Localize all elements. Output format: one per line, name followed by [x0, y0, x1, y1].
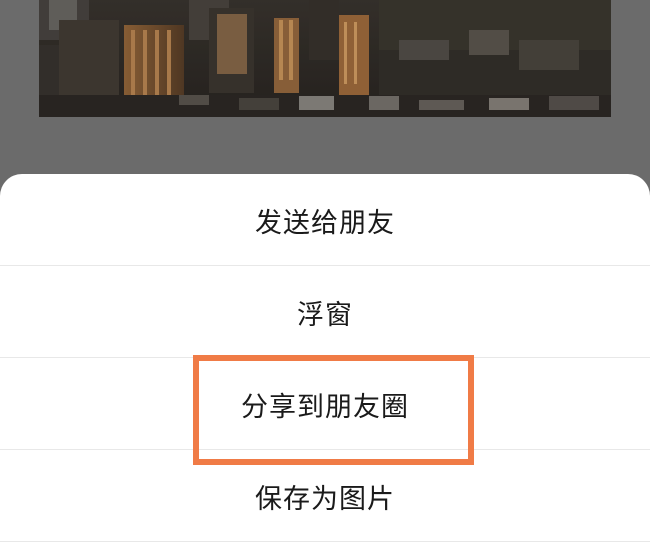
save-as-image-label: 保存为图片 [255, 483, 395, 515]
save-as-image-option[interactable]: 保存为图片 [0, 450, 650, 542]
send-to-friend-option[interactable]: 发送给朋友 [0, 174, 650, 266]
photo-dim-overlay [39, 0, 611, 117]
city-skyline-photo [39, 0, 611, 117]
share-action-sheet: 发送给朋友 浮窗 分享到朋友圈 保存为图片 [0, 174, 650, 557]
share-to-moments-option[interactable]: 分享到朋友圈 [0, 358, 650, 450]
send-to-friend-label: 发送给朋友 [255, 207, 395, 239]
share-to-moments-label: 分享到朋友圈 [241, 391, 409, 423]
floating-window-label: 浮窗 [297, 299, 353, 331]
floating-window-option[interactable]: 浮窗 [0, 266, 650, 358]
divider [0, 541, 650, 542]
